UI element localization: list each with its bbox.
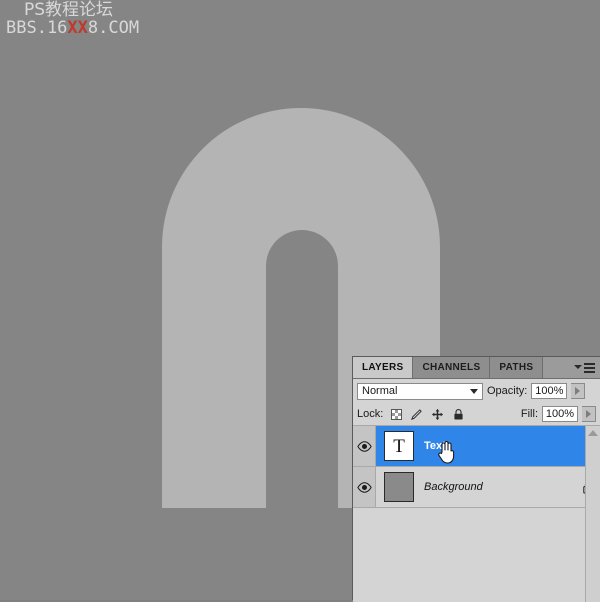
panel-menu-icon[interactable]: [573, 361, 595, 374]
tab-channels[interactable]: CHANNELS: [413, 357, 491, 378]
lock-transparent-pixels-icon[interactable]: [391, 408, 403, 420]
blend-mode-value: Normal: [362, 385, 398, 397]
eye-icon: [356, 440, 372, 452]
eye-icon: [356, 481, 372, 493]
fill-stepper[interactable]: [582, 406, 596, 422]
opacity-label: Opacity:: [487, 385, 528, 397]
lock-label: Lock:: [357, 408, 384, 420]
watermark-url-suffix: 8.COM: [87, 17, 140, 38]
scroll-up-arrow-icon[interactable]: [588, 430, 598, 436]
fill-input[interactable]: 100%: [542, 406, 578, 422]
tab-layers-label: LAYERS: [362, 362, 404, 373]
glyph-notch: [266, 402, 338, 508]
watermark-url-prefix: BBS.16: [6, 17, 68, 38]
text-layer-t-glyph: T: [393, 435, 405, 457]
opacity-input[interactable]: 100%: [531, 383, 568, 399]
layer-visibility-toggle[interactable]: [353, 426, 376, 466]
lock-all-icon[interactable]: [452, 408, 465, 421]
watermark-site-url: BBS.16XX8.COM: [6, 17, 140, 38]
layers-panel[interactable]: LAYERS CHANNELS PATHS Normal Opacity: 10…: [352, 356, 600, 602]
background-layer-thumbnail[interactable]: [384, 472, 414, 502]
layer-thumbnail-cell[interactable]: [376, 467, 422, 507]
opacity-value: 100%: [535, 385, 564, 397]
stepper-arrow-icon: [575, 387, 581, 395]
lock-image-pixels-icon[interactable]: [410, 408, 423, 421]
layer-name-label: Background: [424, 481, 483, 493]
blend-mode-select[interactable]: Normal: [357, 382, 483, 400]
tab-paths-label: PATHS: [499, 362, 534, 373]
lock-icon-group: [391, 408, 465, 421]
chevron-down-icon: [470, 388, 478, 394]
stepper-arrow-icon: [586, 410, 591, 418]
fill-value: 100%: [545, 408, 575, 420]
layer-thumbnail-cell[interactable]: T: [376, 426, 422, 466]
tab-paths[interactable]: PATHS: [490, 357, 544, 378]
layer-list-scrollbar[interactable]: [585, 426, 600, 602]
layer-visibility-toggle[interactable]: [353, 467, 376, 507]
layer-name-label: Text: [424, 440, 446, 452]
blend-mode-row: Normal Opacity: 100%: [353, 379, 600, 403]
layer-name-text[interactable]: Text: [422, 426, 576, 466]
layer-list-empty-area: [353, 508, 600, 602]
layer-row-text[interactable]: T Text: [353, 426, 600, 467]
lock-position-icon[interactable]: [431, 408, 444, 421]
glyph-left-stem: [162, 402, 266, 508]
panel-tab-bar: LAYERS CHANNELS PATHS: [353, 357, 600, 379]
layer-name-background[interactable]: Background: [422, 467, 576, 507]
text-layer-thumbnail[interactable]: T: [384, 431, 414, 461]
watermark-url-highlight: XX: [67, 17, 88, 38]
panel-menu-triangle-icon: [574, 364, 582, 369]
tab-channels-label: CHANNELS: [422, 362, 481, 373]
panel-menu-lines-icon: [584, 362, 595, 373]
layer-list[interactable]: T Text Background: [353, 426, 600, 602]
fill-group: Fill: 100%: [521, 406, 596, 422]
tab-layers[interactable]: LAYERS: [353, 357, 414, 378]
layer-row-background[interactable]: Background: [353, 467, 600, 508]
lock-row: Lock: Fill: 100%: [353, 403, 600, 426]
fill-label: Fill:: [520, 408, 538, 420]
opacity-stepper[interactable]: [571, 383, 586, 399]
watermark-top-left: PS教程论坛 BBS.16XX8.COM: [6, 1, 140, 38]
